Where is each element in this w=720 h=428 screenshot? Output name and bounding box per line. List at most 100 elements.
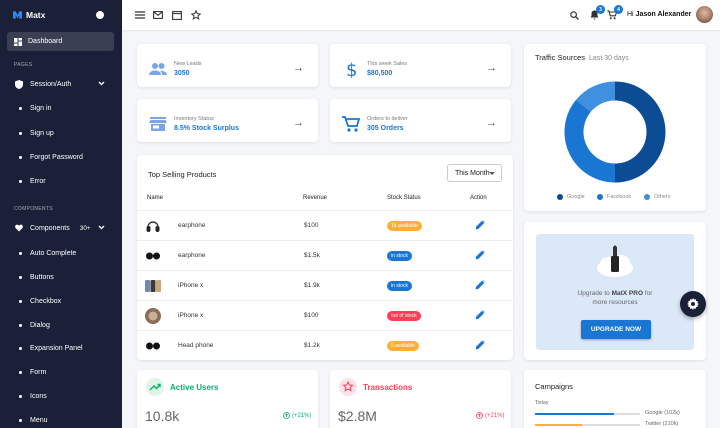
star-outline-icon [339,378,357,396]
arrow-right-icon[interactable]: → [486,117,497,129]
campaigns-card: Campaigns Today Google (102k) Twitter (2… [524,370,706,428]
search-icon[interactable] [569,10,579,20]
sidebar-item-sign-up[interactable]: Sign up [0,125,122,141]
sidebar-item-label: Forgot Password [30,153,83,161]
bullet-icon [19,155,22,159]
top-selling-products-card: Top Selling Products This Month Name Rev… [137,155,513,360]
menu-icon[interactable] [135,10,145,20]
sidebar-item-expansion-panel[interactable]: Expansion Panel [0,340,122,356]
avatar[interactable] [696,6,713,23]
promo-line2: more resources [592,299,638,306]
sidebar-item-menu[interactable]: Menu [0,412,122,428]
sidebar-item-components[interactable]: Components 30+ [0,220,122,236]
gear-icon [687,298,699,310]
column-header-action: Action [470,195,487,201]
web-icon[interactable] [172,10,182,20]
column-header-stock: Stock Status [387,195,421,201]
heart-icon [15,224,24,232]
sidebar-item-label: Form [30,368,47,376]
shield-icon [15,79,24,89]
donut-slice-google[interactable] [614,81,666,183]
edit-icon[interactable] [475,310,485,320]
transactions-value: $2.8M [338,408,377,424]
arrow-up-icon [476,412,483,419]
star-icon[interactable] [191,10,201,20]
sidebar-item-error[interactable]: Error [0,173,122,189]
arrow-right-icon[interactable]: → [293,62,304,74]
sidebar-item-dialog[interactable]: Dialog [0,317,122,333]
legend-label: Others [654,194,671,200]
brand[interactable]: Matx [0,0,122,30]
donut-slice-facebook[interactable] [564,99,616,183]
mail-icon[interactable] [153,10,163,20]
edit-icon[interactable] [475,280,485,290]
product-revenue: $100 [304,222,319,229]
sidebar-item-label: Components [30,224,70,232]
edit-icon[interactable] [475,250,485,260]
sidebar-item-label: Icons [30,392,47,400]
settings-fab[interactable] [680,291,706,317]
section-components: COMPONENTS [14,206,53,212]
earphone-thumbnail [146,221,160,232]
legend-others[interactable]: Others [644,194,671,200]
legend-facebook[interactable]: Facebook [597,194,631,200]
app-name: Matx [26,10,46,20]
cloud-upload-illustration-icon [597,245,633,277]
sidebar-item-sign-in[interactable]: Sign in [0,100,122,116]
trending-up-icon [146,378,164,396]
card-title: Traffic Sources Last 30 days [535,53,629,62]
stat-card-new-leads: New Leads 3050 → [137,44,318,87]
sidebar-item-session-auth[interactable]: Session/Auth [0,76,122,92]
sidebar-toggle[interactable] [96,11,104,19]
user-name: Jason Alexander [635,11,692,18]
legend-label: Facebook [607,194,632,200]
sidebar-item-form[interactable]: Form [0,364,122,380]
legend-google[interactable]: Google [557,194,585,200]
table-row: iPhone x $100 out of stock [137,300,513,330]
dropdown-caret-icon [489,172,495,175]
arrow-right-icon[interactable]: → [486,62,497,74]
product-revenue: $1.5k [304,252,320,259]
topbar: 3 4 Hi Jason Alexander [122,0,720,30]
section-pages: PAGES [14,62,33,68]
legend-label: Google [567,194,585,200]
sidebar-item-dashboard[interactable]: Dashboard [7,32,114,51]
arrow-up-icon [283,412,290,419]
sidebar-item-label: Sign up [30,129,54,137]
sidebar-item-buttons[interactable]: Buttons [0,269,122,285]
chevron-down-icon [98,225,105,230]
transactions-card: Transactions $2.8M (+21%) [330,370,511,428]
dashboard-icon [14,37,22,46]
bullet-icon [19,106,22,110]
product-revenue: $1.2k [304,342,320,349]
sidebar-item-label: Auto Complete [30,249,77,257]
progress-fill [535,413,614,415]
stat-value: 305 Orders [367,125,404,132]
sidebar-item-forgot-password[interactable]: Forgot Password [0,149,122,165]
upgrade-now-button[interactable]: UPGRADE NOW [581,320,651,339]
campaign-period: Today [535,400,549,406]
product-name: earphone [178,252,206,259]
edit-icon[interactable] [475,220,485,230]
card-title: Top Selling Products [148,170,217,179]
bullet-icon [19,394,22,398]
bullet-icon [19,179,22,183]
promo-text: Upgrade to MatX PRO for more resources [536,289,694,307]
campaign-label: Google (102k) [645,410,680,416]
sidebar-item-checkbox[interactable]: Checkbox [0,293,122,309]
chevron-down-icon [98,81,105,86]
arrow-right-icon[interactable]: → [293,117,304,129]
promo-text-before: Upgrade to [577,290,610,297]
card-title: Active Users [170,383,219,392]
month-select[interactable]: This Month [447,164,502,182]
edit-icon[interactable] [475,340,485,350]
donut-slice-others[interactable] [576,81,616,113]
sidebar-item-auto-complete[interactable]: Auto Complete [0,245,122,261]
active-users-card: Active Users 10.8k (+21%) [137,370,318,428]
group-icon [149,63,167,75]
sidebar-item-icons[interactable]: Icons [0,388,122,404]
stat-label: New Leads [174,61,202,67]
stat-label: This week Sales [367,61,408,67]
stock-status-badge: in stock [387,251,412,261]
earphone-thumbnail [146,252,160,260]
